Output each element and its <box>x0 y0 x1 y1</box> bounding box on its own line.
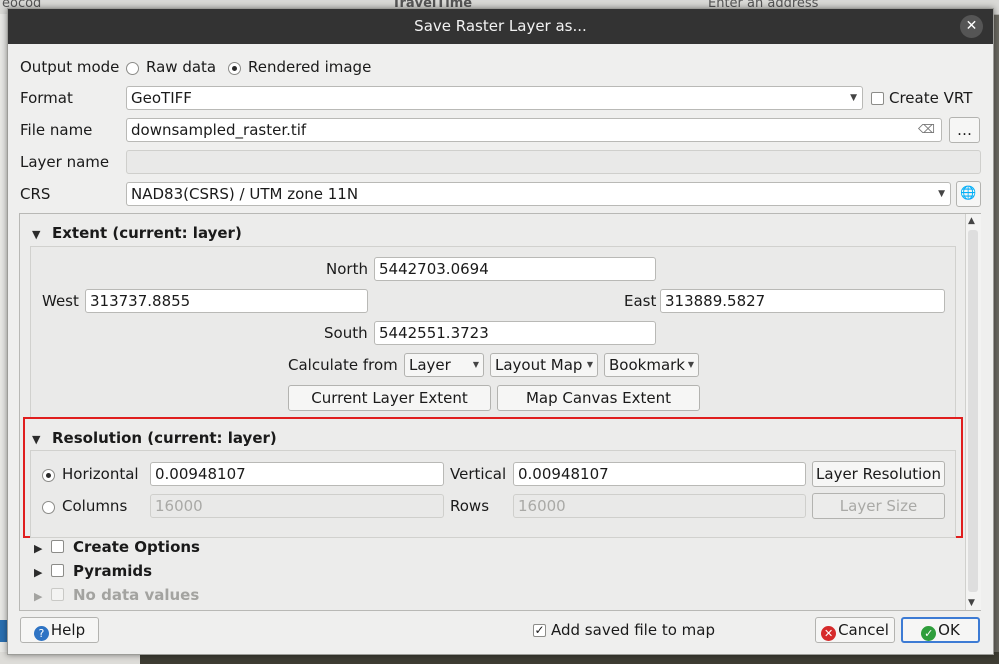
chevron-down-icon: ▼ <box>938 189 945 199</box>
crs-select[interactable]: NAD83(CSRS) / UTM zone 11N ▼ <box>126 182 951 206</box>
format-label: Format <box>20 89 73 107</box>
south-input[interactable]: 5442551.3723 <box>374 321 656 345</box>
expand-triangle-icon[interactable]: ▶ <box>34 566 42 579</box>
columns-radio[interactable] <box>42 501 55 514</box>
chevron-down-icon: ▼ <box>586 360 593 369</box>
cancel-icon: ✕ <box>821 626 837 641</box>
dialog-title: Save Raster Layer as... <box>414 17 587 35</box>
expand-triangle-icon[interactable]: ▶ <box>34 542 42 555</box>
rendered-image-radio[interactable] <box>228 62 241 75</box>
columns-input[interactable]: 16000 <box>150 494 444 518</box>
rows-label: Rows <box>450 497 490 515</box>
create-vrt-label[interactable]: Create VRT <box>889 89 972 107</box>
no-data-values-checkbox <box>51 588 64 601</box>
north-label: North <box>326 260 368 278</box>
file-name-value: downsampled_raster.tif <box>131 121 307 139</box>
collapse-triangle-icon[interactable]: ▼ <box>32 228 40 241</box>
save-raster-dialog: Save Raster Layer as... ✕ Output mode Ra… <box>7 8 994 655</box>
output-mode-label: Output mode <box>20 58 120 76</box>
crs-label: CRS <box>20 185 51 203</box>
create-vrt-checkbox[interactable] <box>871 92 884 105</box>
browse-button[interactable]: … <box>949 117 980 143</box>
clear-text-icon[interactable]: ⌫ <box>918 120 935 138</box>
scroll-up-icon[interactable]: ▲ <box>968 216 975 226</box>
cancel-button[interactable]: ✕ Cancel <box>815 617 895 643</box>
west-label: West <box>42 292 79 310</box>
resolution-title[interactable]: Resolution (current: layer) <box>52 429 277 447</box>
create-options-checkbox[interactable] <box>51 540 64 553</box>
help-label: Help <box>50 621 86 639</box>
help-button[interactable]: ? Help <box>20 617 99 643</box>
crs-selector-button[interactable]: 🌐 <box>956 181 981 207</box>
layer-size-button[interactable]: Layer Size <box>812 493 945 519</box>
extent-title[interactable]: Extent (current: layer) <box>52 224 242 242</box>
current-layer-extent-button[interactable]: Current Layer Extent <box>288 385 491 411</box>
raw-data-label[interactable]: Raw data <box>146 58 216 76</box>
rendered-image-label[interactable]: Rendered image <box>248 58 371 76</box>
west-input[interactable]: 313737.8855 <box>85 289 368 313</box>
close-button[interactable]: ✕ <box>960 15 983 38</box>
scroll-down-icon[interactable]: ▼ <box>968 598 975 608</box>
layer-name-label: Layer name <box>20 153 110 171</box>
layer-name-input[interactable] <box>126 150 981 174</box>
south-label: South <box>324 324 368 342</box>
columns-label[interactable]: Columns <box>62 497 127 515</box>
north-input[interactable]: 5442703.0694 <box>374 257 656 281</box>
calc-layout-map-button[interactable]: Layout Map ▼ <box>490 353 598 377</box>
layer-resolution-button[interactable]: Layer Resolution <box>812 461 945 487</box>
file-name-input[interactable]: downsampled_raster.tif ⌫ <box>126 118 942 142</box>
expand-triangle-icon: ▶ <box>34 590 43 603</box>
pyramids-title[interactable]: Pyramids <box>73 562 152 580</box>
cancel-label: Cancel <box>838 621 889 639</box>
ok-button[interactable]: ✓ OK <box>901 617 980 643</box>
horizontal-input[interactable]: 0.00948107 <box>150 462 444 486</box>
close-icon: ✕ <box>965 18 978 34</box>
no-data-values-title: No data values <box>73 586 200 604</box>
collapse-triangle-icon[interactable]: ▼ <box>32 433 40 446</box>
rows-input[interactable]: 16000 <box>513 494 806 518</box>
vertical-scrollbar[interactable]: ▲ ▼ <box>965 214 981 610</box>
help-icon: ? <box>33 626 49 641</box>
calc-bookmark-button[interactable]: Bookmark ▼ <box>604 353 699 377</box>
calc-layer-button[interactable]: Layer ▼ <box>404 353 484 377</box>
east-input[interactable]: 313889.5827 <box>660 289 945 313</box>
format-select[interactable]: GeoTIFF ▼ <box>126 86 863 110</box>
vertical-label: Vertical <box>450 465 507 483</box>
chevron-down-icon: ▼ <box>850 93 857 103</box>
horizontal-label[interactable]: Horizontal <box>62 465 139 483</box>
horizontal-radio[interactable] <box>42 469 55 482</box>
chevron-down-icon: ▼ <box>472 360 479 369</box>
add-saved-checkbox[interactable]: ✓ <box>533 624 546 637</box>
ok-icon: ✓ <box>921 626 937 641</box>
ok-label: OK <box>938 621 960 639</box>
add-saved-label[interactable]: Add saved file to map <box>551 621 715 639</box>
file-name-label: File name <box>20 121 93 139</box>
pyramids-checkbox[interactable] <box>51 564 64 577</box>
format-value: GeoTIFF <box>131 89 192 107</box>
create-options-title[interactable]: Create Options <box>73 538 200 556</box>
raw-data-radio[interactable] <box>126 62 139 75</box>
calculate-from-label: Calculate from <box>288 356 398 374</box>
east-label: East <box>624 292 657 310</box>
scrollbar-thumb[interactable] <box>968 230 978 592</box>
globe-icon: 🌐 <box>960 186 977 201</box>
map-canvas-extent-button[interactable]: Map Canvas Extent <box>497 385 700 411</box>
vertical-input[interactable]: 0.00948107 <box>513 462 806 486</box>
title-bar: Save Raster Layer as... ✕ <box>8 9 993 44</box>
chevron-down-icon: ▼ <box>687 360 694 369</box>
crs-value: NAD83(CSRS) / UTM zone 11N <box>131 185 359 203</box>
